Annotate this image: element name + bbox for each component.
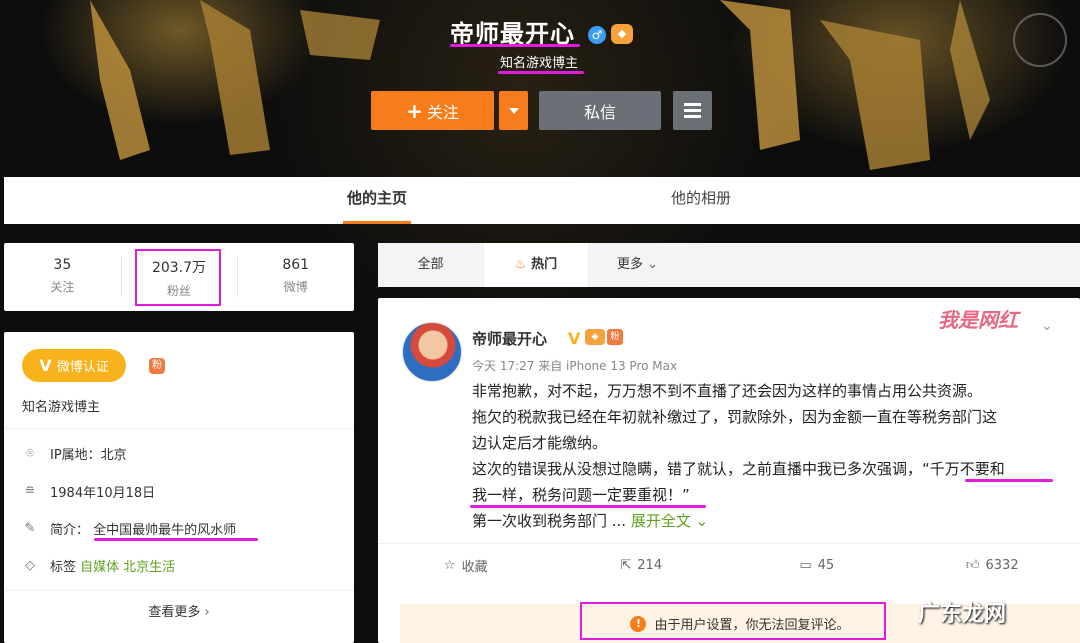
verified-v-icon: V [568,329,581,348]
tags-prefix: 标签 [50,560,77,575]
site-watermark: 广东龙网 [918,602,1007,627]
fan-badge-icon[interactable]: 粉 [149,358,165,374]
verify-label: 微博认证 [56,360,109,375]
highlight-underline [498,71,584,74]
post-body: 非常抱歉，对不起，万万想不到不直播了还会因为这样的事情占用公共资源。 拖欠的税款… [472,378,1062,534]
stat-following[interactable]: 35 关注 [4,243,121,311]
author-avatar[interactable] [402,322,462,382]
highlight-underline [94,538,258,541]
tag-icon: ◇ [25,557,35,573]
highlight-underline [470,505,706,508]
profile-tabbar: 他的主页 他的相册 [4,177,1080,224]
stat-number: 861 [282,257,310,273]
star-icon: ☆ [443,558,456,573]
intro-row: ✎ 简介： 全中国最帅最牛的风水师 [22,519,237,539]
filter-all[interactable]: 全部 [378,243,484,287]
highlight-underline [450,44,580,47]
fan-badge-icon: 粉 [607,329,623,345]
post-line: 第一次收到税务部门 ... [472,512,627,530]
see-more-label: 查看更多 [148,605,201,620]
post-actions: ☆ 收藏 ⇱ 214 ▭ 45 👍︎ 6332 [378,543,1080,587]
filter-more[interactable]: 更多 ⌄ [589,243,1080,287]
post-filter-bar: 全部 ♨ 热门 更多 ⌄ [378,243,1080,287]
expand-full-link[interactable]: 展开全文 ⌄ [631,512,708,530]
post-line: 边认定后才能缴纳。 [472,434,608,452]
profile-description: 知名游戏博主 [22,400,101,415]
tags-row: ◇ 标签 自媒体 北京生活 [22,556,179,576]
divider [4,428,354,429]
share-icon: ⇱ [620,558,632,573]
highlight-box [135,249,221,306]
post-line: 拖欠的税款我已经在年初就补缴过了，罚款除外，因为金额一直在等税务部门这 [472,408,998,426]
male-icon: ♂ [588,26,606,44]
follow-button[interactable]: + 关注 [371,91,494,130]
menu-button[interactable] [673,91,712,130]
tag-link[interactable]: 自媒体 [80,560,119,575]
plus-icon: + [406,98,423,123]
highlight-underline [965,479,1053,482]
intro-prefix: 简介： [50,523,90,538]
post-line-truncated: 第一次收到税务部门 ... 展开全文 ⌄ [472,508,1062,534]
share-count: 214 [637,558,663,573]
fire-icon: ♨ [514,257,527,272]
like-button[interactable]: 👍︎ 6332 [905,544,1080,587]
level-icon: ◆ [611,24,633,44]
comment-icon: ▭ [799,558,812,573]
post-line: 非常抱歉，对不起，万万想不到不直播了还会因为这样的事情占用公共资源。 [472,382,983,400]
verify-v-icon: V [39,356,52,375]
ip-row: ⌾ IP属地：北京 [22,444,127,464]
filter-hot-label: 热门 [531,257,558,272]
highlight-box [580,602,886,640]
menu-icon [684,103,701,106]
favorite-button[interactable]: ☆ 收藏 [378,544,554,587]
menu-icon-bar [684,115,701,118]
menu-icon-bar [684,109,701,112]
chevron-down-icon: ⌄ [695,512,709,530]
stat-label: 微博 [283,280,308,294]
weibo-post: 帝师最开心 V ◆ 粉 今天 17:27 来自 iPhone 13 Pro Ma… [378,298,1080,643]
chevron-down-icon: ⌄ [647,257,659,272]
stat-posts[interactable]: 861 微博 [237,243,354,311]
comment-button[interactable]: ▭ 45 [729,544,905,587]
expand-label: 展开全文 [630,512,691,530]
stat-number: 35 [53,257,72,273]
tab-home[interactable]: 他的主页 [342,177,412,224]
follow-dropdown-button[interactable] [499,91,528,130]
see-more-link[interactable]: 查看更多 › [4,590,354,634]
cake-icon: ≘ [24,483,36,499]
caret-down-icon [508,107,519,114]
post-meta: 今天 17:27 来自 iPhone 13 Pro Max [472,359,678,373]
profile-card: V 微博认证 粉 知名游戏博主 ⌾ IP属地：北京 ≘ 1984年10月18日 … [4,332,354,643]
post-author[interactable]: 帝师最开心 [472,328,547,349]
favorite-label: 收藏 [461,560,488,575]
comment-count: 45 [817,558,835,573]
tab-album[interactable]: 他的相册 [671,177,731,224]
level-icon: ◆ [585,329,605,345]
chevron-right-icon: › [204,605,210,620]
watermark-logo: 我是网红 [938,308,1018,332]
ip-label: IP属地：北京 [50,448,127,463]
intro-text: 全中国最帅最牛的风水师 [93,523,237,538]
stat-label: 关注 [50,280,75,294]
birthday-value: 1984年10月18日 [50,486,156,501]
post-options-chevron-icon[interactable]: ⌄ [1041,318,1053,334]
like-count: 6332 [985,558,1019,573]
birthday-row: ≘ 1984年10月18日 [22,482,156,502]
message-button[interactable]: 私信 [539,91,661,130]
filter-hot[interactable]: ♨ 热门 [484,243,589,287]
follow-label: 关注 [426,102,459,122]
location-icon: ⌾ [26,445,34,461]
weibo-verify-badge[interactable]: V 微博认证 [22,349,126,382]
tag-link[interactable]: 北京生活 [123,560,175,575]
filter-more-label: 更多 [617,257,644,272]
edit-icon: ✎ [24,520,36,536]
thumbs-up-icon: 👍︎ [965,558,980,573]
share-button[interactable]: ⇱ 214 [554,544,730,587]
verify-text: 知名游戏博主 [500,56,579,71]
